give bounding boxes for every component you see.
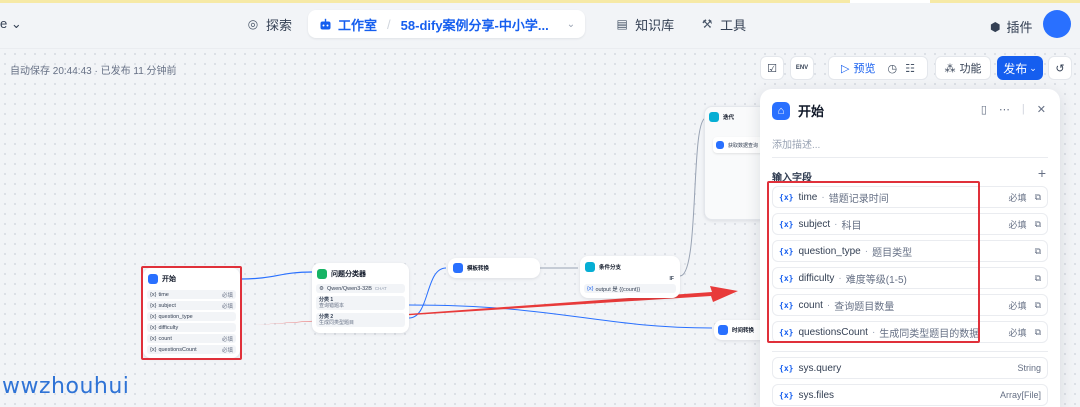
template-icon: [453, 263, 463, 273]
model-name: Qwen/Qwen3-32B: [326, 285, 372, 292]
edit-icon[interactable]: ⧉: [1035, 219, 1041, 230]
node-template-title-text: 模板转换: [467, 266, 490, 272]
sys-field-query: {x} sys.query String: [772, 357, 1048, 379]
node-iteration-title-text: 迭代: [723, 115, 735, 121]
add-field-button[interactable]: +: [1038, 165, 1046, 181]
sys-field-files: {x} sys.files Array[File]: [772, 384, 1048, 406]
node-template-title: 模板转换: [453, 263, 489, 273]
panel-header: ⌂ 开始: [772, 101, 824, 120]
sys-field-name: sys.query: [798, 362, 842, 374]
book-icon[interactable]: ▯: [981, 103, 987, 116]
node-condition-title-text: 条件分支: [599, 265, 622, 271]
edit-icon[interactable]: ⧉: [1035, 300, 1041, 311]
required-badge: 必填: [1008, 219, 1027, 230]
classifier-icon: [317, 269, 327, 279]
sys-field-type: String: [1017, 363, 1041, 373]
panel-divider: [772, 157, 1048, 158]
sys-divider: [772, 351, 1048, 352]
node-other-title-text: 时间转换: [732, 328, 755, 334]
home-icon: ⌂: [772, 101, 790, 120]
node-classifier-title-text: 问题分类器: [331, 271, 366, 278]
node-question-classifier[interactable]: 问题分类器 ⚙ Qwen/Qwen3-32B CHAT 分类 1 查询错题本 分…: [312, 263, 409, 333]
panel-title: 开始: [798, 104, 825, 119]
highlight-input-fields: [767, 181, 980, 343]
more-icon[interactable]: ⋯: [999, 103, 1010, 116]
required-badge: 必填: [1008, 192, 1027, 203]
edge-classifier-timeconvert: [408, 304, 713, 329]
edge-condition-iteration: [679, 117, 707, 277]
watermark-text: wwzhouhui: [2, 374, 130, 399]
variable-icon: {x}: [779, 363, 794, 373]
required-badge: 必填: [1008, 300, 1027, 311]
node-classifier-class1: 分类 1 查询错题本: [316, 296, 405, 310]
node-iteration-child-text: 获取数据查询: [728, 142, 759, 149]
loop-icon: [709, 112, 719, 122]
divider-icon: |: [1021, 103, 1025, 115]
required-badge: 必填: [1008, 327, 1027, 338]
class2-value: 生成同类型题目: [319, 320, 355, 326]
model-icon: ⚙: [319, 285, 324, 292]
panel-actions: ▯ ⋯ | ✕: [981, 103, 1046, 116]
edit-icon[interactable]: ⧉: [1035, 246, 1041, 257]
node-classifier-title: 问题分类器: [317, 269, 366, 279]
class1-value: 查询错题本: [319, 303, 345, 309]
branch-icon: [585, 262, 595, 272]
node-condition-if: IF: [669, 276, 674, 282]
node-classifier-model: ⚙ Qwen/Qwen3-32B CHAT: [316, 284, 405, 293]
edit-icon[interactable]: ⧉: [1035, 192, 1041, 203]
edge-classifier-template: [408, 267, 447, 319]
model-tag: CHAT: [374, 286, 387, 291]
node-template-transform[interactable]: 模板转换: [448, 258, 540, 278]
highlight-start-node: [141, 266, 242, 360]
node-classifier-class2: 分类 2 生成同类型题目: [316, 313, 405, 327]
sys-field-type: Array[File]: [999, 390, 1041, 400]
node-condition-output: output 是 {{count}}: [595, 286, 641, 293]
node-condition-expr: {x} output 是 {{count}}: [584, 284, 676, 293]
node-other-title: 时间转换: [718, 325, 754, 335]
edit-icon[interactable]: ⧉: [1035, 327, 1041, 338]
node-condition-title: 条件分支: [585, 262, 621, 272]
code-icon: [716, 141, 724, 149]
sys-field-name: sys.files: [798, 389, 835, 401]
close-icon[interactable]: ✕: [1037, 103, 1046, 116]
variable-icon: {x}: [779, 390, 794, 400]
description-input[interactable]: 添加描述...: [772, 136, 820, 151]
edit-icon[interactable]: ⧉: [1035, 273, 1041, 284]
code-icon: [718, 325, 728, 335]
node-condition-branch[interactable]: 条件分支 IF {x} output 是 {{count}}: [580, 256, 680, 298]
var-icon: {x}: [587, 285, 594, 292]
edge-start-classifier: [240, 271, 313, 280]
node-iteration-title: 迭代: [709, 112, 734, 122]
